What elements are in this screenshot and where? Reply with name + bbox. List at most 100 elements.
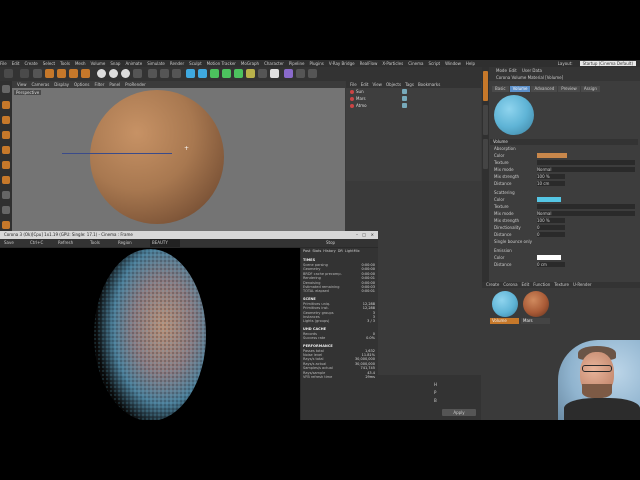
mars-material-thumb[interactable]: [523, 291, 549, 317]
viewport-menu-display[interactable]: Display: [54, 82, 69, 87]
camera-icon[interactable]: [258, 69, 267, 78]
edges-mode-icon[interactable]: [2, 161, 10, 169]
stats-tab-post[interactable]: Post: [303, 249, 310, 253]
menu-volume[interactable]: Volume: [90, 61, 105, 66]
menu-create[interactable]: Create: [24, 61, 37, 66]
layout-value[interactable]: Startup (Cinema Default): [579, 61, 636, 66]
emission-color-swatch[interactable]: [537, 255, 561, 260]
am-edit-menu[interactable]: Edit: [509, 68, 517, 73]
menu-simulate[interactable]: Simulate: [147, 61, 165, 66]
workplane-icon[interactable]: [2, 131, 10, 139]
select-icon[interactable]: [33, 69, 42, 78]
texture-mode-icon[interactable]: [2, 116, 10, 124]
menu-plugins[interactable]: Plugins: [310, 61, 324, 66]
mm-menu-create[interactable]: Create: [486, 282, 499, 287]
scattering-mixstrength-input[interactable]: 100 %: [537, 218, 565, 223]
menu-script[interactable]: Script: [428, 61, 440, 66]
stats-tab-lightmix[interactable]: LightMix: [345, 249, 360, 253]
om-menu-view[interactable]: View: [372, 82, 382, 87]
menu-realflow[interactable]: RealFlow: [360, 61, 378, 66]
absorption-texture-field[interactable]: [537, 160, 635, 165]
object-row[interactable]: Atmo: [346, 102, 481, 109]
single-bounce-checkbox[interactable]: Single bounce only: [494, 239, 532, 245]
stats-tab-history[interactable]: History: [323, 249, 335, 253]
om-menu-objects[interactable]: Objects: [386, 82, 401, 87]
menu-select[interactable]: Select: [43, 61, 55, 66]
stats-tab-stats[interactable]: Stats: [312, 249, 321, 253]
menu-mograph[interactable]: MoGraph: [241, 61, 259, 66]
move-icon[interactable]: [45, 69, 54, 78]
viewport-menu-filter[interactable]: Filter: [94, 82, 104, 87]
render-picture-viewer-icon[interactable]: [160, 69, 169, 78]
transform-icon[interactable]: [81, 69, 90, 78]
am-userdata-menu[interactable]: User Data: [522, 68, 542, 73]
volume-material-thumb[interactable]: [492, 291, 518, 317]
viewport-menu-options[interactable]: Options: [74, 82, 89, 87]
menu-pipeline[interactable]: Pipeline: [289, 61, 305, 66]
menu-render[interactable]: Render: [170, 61, 184, 66]
object-row[interactable]: Sun: [346, 88, 481, 95]
make-editable-icon[interactable]: [2, 85, 10, 93]
stats-tab-dr[interactable]: DR: [338, 249, 343, 253]
menu-sculpt[interactable]: Sculpt: [189, 61, 202, 66]
corona-light-icon[interactable]: [284, 69, 293, 78]
cube-icon[interactable]: [186, 69, 195, 78]
vfb-stop-button[interactable]: Stop: [326, 239, 335, 247]
model-mode-icon[interactable]: [2, 101, 10, 109]
vfb-save-button[interactable]: Save: [4, 239, 14, 247]
maximize-icon[interactable]: □: [362, 231, 366, 239]
menu-cinema[interactable]: Cinema: [408, 61, 423, 66]
vfb-refresh-button[interactable]: Refresh: [58, 239, 73, 247]
menu-edit[interactable]: Edit: [12, 61, 20, 66]
redo-icon[interactable]: [20, 69, 29, 78]
scattering-directionality-input[interactable]: 0: [537, 225, 565, 230]
render-view-icon[interactable]: [148, 69, 157, 78]
minimize-icon[interactable]: –: [356, 231, 358, 239]
vfb-copy-button[interactable]: Ctrl+C: [30, 239, 43, 247]
menu-character[interactable]: Character: [264, 61, 284, 66]
scattering-color-swatch[interactable]: [537, 197, 561, 202]
polygons-mode-icon[interactable]: [2, 176, 10, 184]
viewport-menu-prorender[interactable]: ProRender: [125, 82, 146, 87]
material-tag-icon[interactable]: [402, 103, 407, 108]
axis-mode-icon[interactable]: [2, 191, 10, 199]
absorption-mixstrength-input[interactable]: 100 %: [537, 174, 565, 179]
side-tab-attributes[interactable]: [483, 71, 488, 101]
rotate-icon[interactable]: [69, 69, 78, 78]
vfb-tools-button[interactable]: Tools: [90, 239, 100, 247]
layout-selector[interactable]: Layout: Startup (Cinema Default): [558, 61, 636, 66]
menu-window[interactable]: Window: [445, 61, 461, 66]
mm-menu-texture[interactable]: Texture: [554, 282, 569, 287]
absorption-mixmode-select[interactable]: Normal: [537, 167, 635, 172]
om-menu-edit[interactable]: Edit: [361, 82, 369, 87]
am-mode-menu[interactable]: Mode: [496, 68, 507, 73]
menu-motion-tracker[interactable]: Motion Tracker: [207, 61, 236, 66]
emission-distance-input[interactable]: 0 cm: [537, 262, 565, 267]
light-icon[interactable]: [270, 69, 279, 78]
material-tag-icon[interactable]: [402, 96, 407, 101]
volume-material-label[interactable]: Volume: [490, 318, 519, 324]
menu-file[interactable]: File: [0, 61, 7, 66]
vfb-channel-select[interactable]: BEAUTY: [150, 239, 180, 247]
menu-snap[interactable]: Snap: [110, 61, 120, 66]
am-tab-volume[interactable]: Volume: [509, 86, 531, 92]
object-row[interactable]: Mars: [346, 95, 481, 102]
om-menu-tags[interactable]: Tags: [405, 82, 414, 87]
y-axis-icon[interactable]: [109, 69, 118, 78]
undo-icon[interactable]: [4, 69, 13, 78]
am-tab-advanced[interactable]: Advanced: [531, 86, 558, 92]
side-tab-layers[interactable]: [483, 105, 488, 135]
mm-menu-corona[interactable]: Corona: [503, 282, 517, 287]
menu-help[interactable]: Help: [466, 61, 475, 66]
viewport-menu-view[interactable]: View: [17, 82, 27, 87]
am-tab-preview[interactable]: Preview: [558, 86, 580, 92]
scattering-texture-field[interactable]: [537, 204, 635, 209]
menu-animate[interactable]: Animate: [125, 61, 142, 66]
floor-icon[interactable]: [246, 69, 255, 78]
snap-icon[interactable]: [2, 221, 10, 229]
subdivision-icon[interactable]: [210, 69, 219, 78]
am-tab-basic[interactable]: Basic: [492, 86, 509, 92]
python-icon[interactable]: [308, 69, 317, 78]
om-menu-file[interactable]: File: [350, 82, 357, 87]
mm-menu-u-render[interactable]: U-Render: [573, 282, 592, 287]
